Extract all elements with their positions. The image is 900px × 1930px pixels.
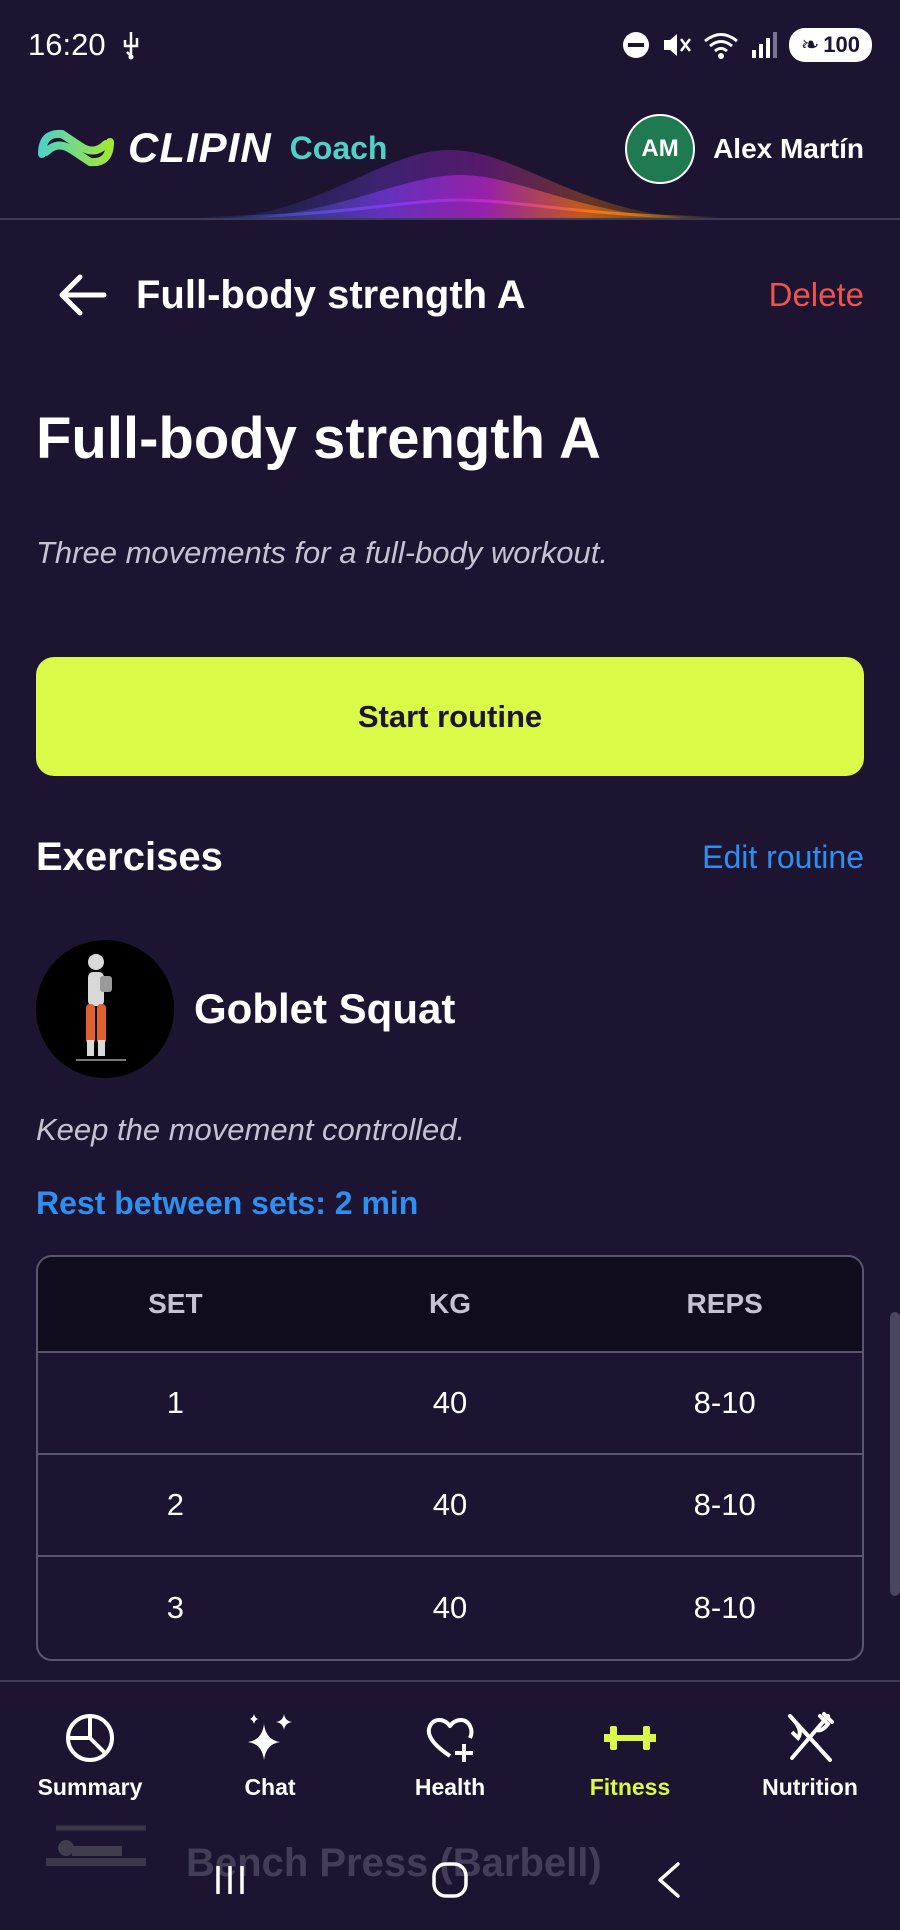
start-routine-button[interactable]: Start routine xyxy=(36,657,864,776)
exercises-header: Exercises Edit routine xyxy=(36,835,864,880)
nav-label: Summary xyxy=(37,1774,143,1800)
set-reps: 8-10 xyxy=(693,1385,756,1420)
recent-apps-icon[interactable] xyxy=(206,1856,254,1904)
set-number: 3 xyxy=(166,1590,184,1625)
leaf-icon: ❧ xyxy=(800,32,820,57)
set-weight: 40 xyxy=(432,1487,468,1522)
routine-description: Three movements for a full-body workout. xyxy=(36,535,609,570)
system-nav-bar xyxy=(0,1830,900,1930)
set-reps: 8-10 xyxy=(693,1590,756,1625)
squat-figure-icon xyxy=(76,954,126,1061)
edit-routine-link[interactable]: Edit routine xyxy=(702,839,864,876)
column-header-kg: KG xyxy=(429,1288,471,1319)
back-button[interactable] xyxy=(36,265,126,325)
column-header-reps: REPS xyxy=(686,1288,763,1319)
nav-label: Chat xyxy=(244,1774,296,1800)
pie-chart-icon xyxy=(66,1714,114,1762)
set-weight: 40 xyxy=(432,1385,468,1420)
status-time: 16:20 xyxy=(28,27,106,62)
sparkles-icon xyxy=(248,1714,292,1760)
clipin-logo-icon xyxy=(38,129,114,167)
exercise-note: Keep the movement controlled. xyxy=(36,1112,466,1147)
back-nav-icon[interactable] xyxy=(646,1856,694,1904)
heart-plus-icon xyxy=(426,1718,474,1762)
arrow-left-icon xyxy=(59,274,107,316)
nav-label: Nutrition xyxy=(762,1774,858,1800)
set-number: 2 xyxy=(166,1487,184,1522)
user-name: Alex Martín xyxy=(713,133,864,164)
table-row: 2 40 8-10 xyxy=(38,1455,862,1557)
sets-table: SET KG REPS 1 40 8-10 2 40 8-10 3 40 8-1… xyxy=(36,1255,864,1661)
status-bar: 16:20 ❧ 100 xyxy=(0,0,900,90)
table-row: 1 40 8-10 xyxy=(38,1353,862,1455)
column-header-set: SET xyxy=(148,1288,203,1319)
table-row: 3 40 8-10 xyxy=(38,1557,862,1659)
usb-icon xyxy=(123,32,138,60)
nav-item-nutrition[interactable]: Nutrition xyxy=(720,1682,900,1820)
avatar[interactable]: AM xyxy=(625,114,696,184)
delete-button[interactable]: Delete xyxy=(769,276,864,314)
nav-title: Full-body strength A xyxy=(136,272,526,317)
dumbbell-icon xyxy=(604,1726,656,1750)
routine-nav-bar: Full-body strength A Delete xyxy=(0,255,900,335)
brand-name: CLIPIN xyxy=(128,124,272,171)
brand-logo: CLIPIN Coach xyxy=(36,124,387,172)
dnd-icon xyxy=(622,32,649,58)
signal-icon xyxy=(751,32,777,58)
set-number: 1 xyxy=(166,1385,184,1420)
fork-knife-icon xyxy=(788,1712,834,1762)
exercise-thumbnail[interactable] xyxy=(36,940,174,1078)
exercises-title: Exercises xyxy=(36,835,223,879)
set-weight: 40 xyxy=(432,1590,468,1625)
brand-product: Coach xyxy=(289,129,388,166)
exercise-name: Goblet Squat xyxy=(194,985,456,1032)
home-icon[interactable] xyxy=(426,1856,474,1904)
nav-label: Fitness xyxy=(589,1774,671,1800)
nav-label: Health xyxy=(414,1774,486,1800)
table-header: SET KG REPS xyxy=(38,1257,862,1353)
scrollbar[interactable] xyxy=(890,1312,900,1596)
set-reps: 8-10 xyxy=(693,1487,756,1522)
page-title: Full-body strength A xyxy=(36,406,601,471)
mute-icon xyxy=(663,34,691,56)
wifi-icon xyxy=(703,33,738,59)
battery-level: 100 xyxy=(823,32,860,57)
exercise-item[interactable]: Goblet Squat xyxy=(36,940,455,1078)
rest-time[interactable]: Rest between sets: 2 min xyxy=(36,1185,418,1222)
battery-indicator: ❧ 100 xyxy=(788,28,872,62)
user-profile[interactable]: AM Alex Martín xyxy=(625,114,864,184)
app-header: CLIPIN Coach AM Alex Martín xyxy=(0,90,900,220)
